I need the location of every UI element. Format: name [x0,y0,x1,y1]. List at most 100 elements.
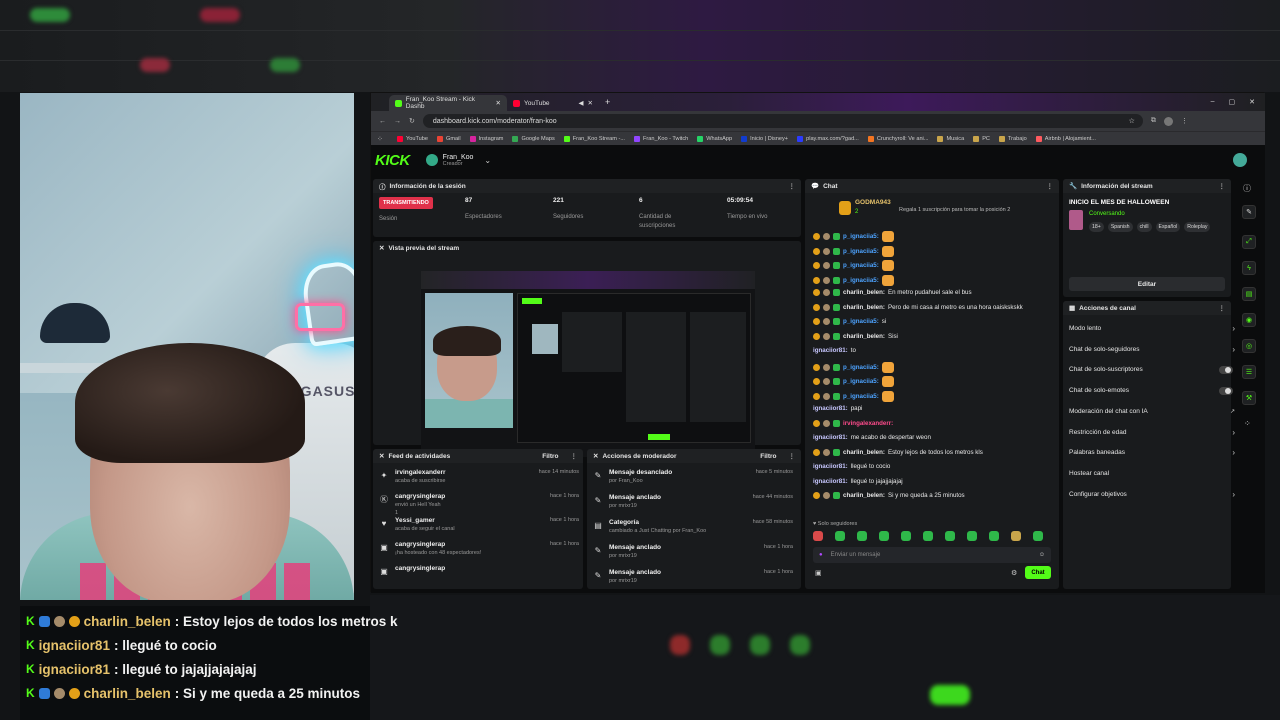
channel-action-item[interactable]: Moderación del chat con IA ↗ [1069,408,1235,415]
channel-action-item[interactable]: Hostear canal [1069,470,1229,477]
chat-message[interactable]: ignaciior81: to [813,347,856,354]
more-options-icon[interactable]: ⋮ [1047,182,1054,190]
chat-username[interactable]: ignaciior81: [813,347,848,354]
emote-icon[interactable] [813,531,823,541]
chat-username[interactable]: p_ignaciia5: [843,248,879,255]
bookmark-item[interactable]: PC [973,135,990,142]
bookmark-item[interactable]: Trabajo [998,135,1027,142]
bookmark-item[interactable]: Crunchyroll: Ve ani... [867,135,928,142]
info-icon[interactable]: ⓘ [1243,183,1251,194]
channel-action-item[interactable]: Restricción de edad › [1069,428,1235,437]
chat-username[interactable]: charlin_belen: [843,289,885,296]
chat-username[interactable]: p_ignaciia5: [843,262,879,269]
chat-username[interactable]: ignaciior81: [813,463,848,470]
emote-icon[interactable] [1033,531,1043,541]
emote-icon[interactable] [835,531,845,541]
stream-preview-video[interactable] [421,271,755,457]
chat-message[interactable]: charlin_belen: Si y me queda a 25 minutos [813,492,965,499]
chat-message[interactable]: p_ignaciia5: [813,274,894,286]
emote-icon[interactable] [1011,531,1021,541]
chat-message[interactable]: charlin_belen: Estoy lejos de todos los m… [813,448,983,456]
activity-user[interactable]: cangrysinglerap [395,565,579,572]
toggle-switch[interactable] [1219,365,1233,374]
creator-switcher[interactable]: Fran_Koo Creador ⌄ [425,154,491,167]
emote-icon[interactable] [857,531,867,541]
more-options-icon[interactable]: ⋮ [571,452,578,460]
tool-icon[interactable]: ⚒ [1242,391,1256,405]
chat-message[interactable]: charlin_belen: En metro pudahuel sale el … [813,289,972,296]
chat-message[interactable]: ignaciior81: llegué to jajajjajajaj [813,478,903,485]
close-tab-icon[interactable]: ✕ [496,99,501,107]
channel-action-item[interactable]: Chat de solo-suscriptores [1069,365,1233,374]
more-options-icon[interactable]: ⋮ [1219,304,1226,312]
chat-message[interactable]: p_ignaciia5: [813,231,894,242]
kick-logo[interactable]: KICK [375,152,410,169]
chat-username[interactable]: p_ignaciia5: [843,378,879,385]
channel-action-item[interactable]: Chat de solo-seguidores › [1069,345,1235,354]
apps-icon[interactable]: ⁘ [1244,419,1251,428]
send-chat-button[interactable]: Chat [1025,566,1051,579]
more-options-icon[interactable]: ⋮ [789,452,796,460]
minimize-icon[interactable]: – [1211,98,1215,106]
chat-message[interactable]: ignaciior81: papi [813,405,862,412]
emote-icon[interactable] [989,531,999,541]
back-icon[interactable]: ← [379,118,386,125]
chat-username[interactable]: irvingalexanderr: [843,420,893,427]
channel-action-item[interactable]: Chat de solo-emotes [1069,386,1233,395]
chat-input[interactable]: ● Enviar un mensaje ☺ [813,547,1051,563]
chat-username[interactable]: ignaciior81: [813,434,848,441]
extensions-icon[interactable]: ⧉ [1151,117,1156,125]
chat-message[interactable]: p_ignaciia5: [813,390,894,402]
chat-message[interactable]: p_ignaciia5: [813,245,894,257]
chat-message[interactable]: charlin_belen: Pero de mi casa al metro e… [813,303,1023,311]
chat-username[interactable]: charlin_belen: [843,492,885,499]
bookmark-item[interactable]: Fran_Koo Stream -... [563,135,625,142]
reload-icon[interactable]: ↻ [409,117,415,125]
emote-icon[interactable] [923,531,933,541]
bookmark-item[interactable]: play.max.com/?gad... [797,135,859,142]
stream-tag[interactable]: Español [1155,222,1181,232]
channel-action-item[interactable]: Modo lento › [1069,324,1235,333]
gift-icon[interactable]: ▣ [815,569,822,577]
fullscreen-icon[interactable]: ⤢ [1242,235,1256,249]
clipboard-icon[interactable]: ▤ [1242,287,1256,301]
emote-picker-icon[interactable]: ● [819,552,823,558]
chat-message[interactable]: p_ignaciia5: [813,376,894,387]
more-options-icon[interactable]: ⋮ [1219,182,1226,190]
bookmark-item[interactable]: Musica [937,135,964,142]
bookmark-item[interactable]: WhatsApp [697,135,732,142]
edit-stream-button[interactable]: Editar [1069,277,1225,291]
channel-action-item[interactable]: Palabras baneadas › [1069,448,1235,457]
bookmark-item[interactable]: Gmail [436,135,461,142]
chat-username[interactable]: charlin_belen: [843,449,885,456]
chat-message[interactable]: charlin_belen: Sisi [813,332,898,340]
settings-gear-icon[interactable]: ⚙ [1011,569,1017,577]
menu-icon[interactable]: ⋮ [1181,117,1188,125]
stream-tag[interactable]: chill [1136,222,1152,232]
chat-message[interactable]: ignaciior81: me acabo de despertar weon [813,434,931,441]
bookmark-item[interactable]: Google Maps [512,135,555,142]
chat-message[interactable]: ignaciior81: llegué to cocio [813,463,890,470]
bolt-icon[interactable]: ϟ [1242,261,1256,275]
chat-message[interactable]: irvingalexanderr: [813,419,893,427]
collapse-icon[interactable]: ✕ [379,452,384,460]
emote-icon[interactable] [901,531,911,541]
chat-username[interactable]: p_ignaciia5: [843,364,879,371]
toggle-switch[interactable] [1219,386,1233,395]
bookmark-item[interactable]: Inicio | Disney+ [741,135,788,142]
tab-kick-dashboard[interactable]: Fran_Koo Stream - Kick Dashb ✕ [389,95,507,111]
bookmark-star-icon[interactable]: ☆ [1129,117,1135,125]
filter-button[interactable]: Filtro [760,453,776,460]
forward-icon[interactable]: → [394,118,401,125]
emote-icon[interactable] [879,531,889,541]
bookmark-item[interactable]: Fran_Koo - Twitch [633,135,688,142]
chat-bubble-icon[interactable]: ◉ [1242,313,1256,327]
emote-icon[interactable] [967,531,977,541]
bookmark-item[interactable]: Instagram [469,135,503,142]
chat-username[interactable]: charlin_belen: [843,304,885,311]
more-options-icon[interactable]: ⋮ [789,182,796,190]
chat-message[interactable]: p_ignaciia5: [813,260,894,271]
chat-username[interactable]: ignaciior81: [813,405,848,412]
channel-action-item[interactable]: Configurar objetivos › [1069,490,1235,499]
chat-message[interactable]: p_ignaciia5: [813,361,894,373]
